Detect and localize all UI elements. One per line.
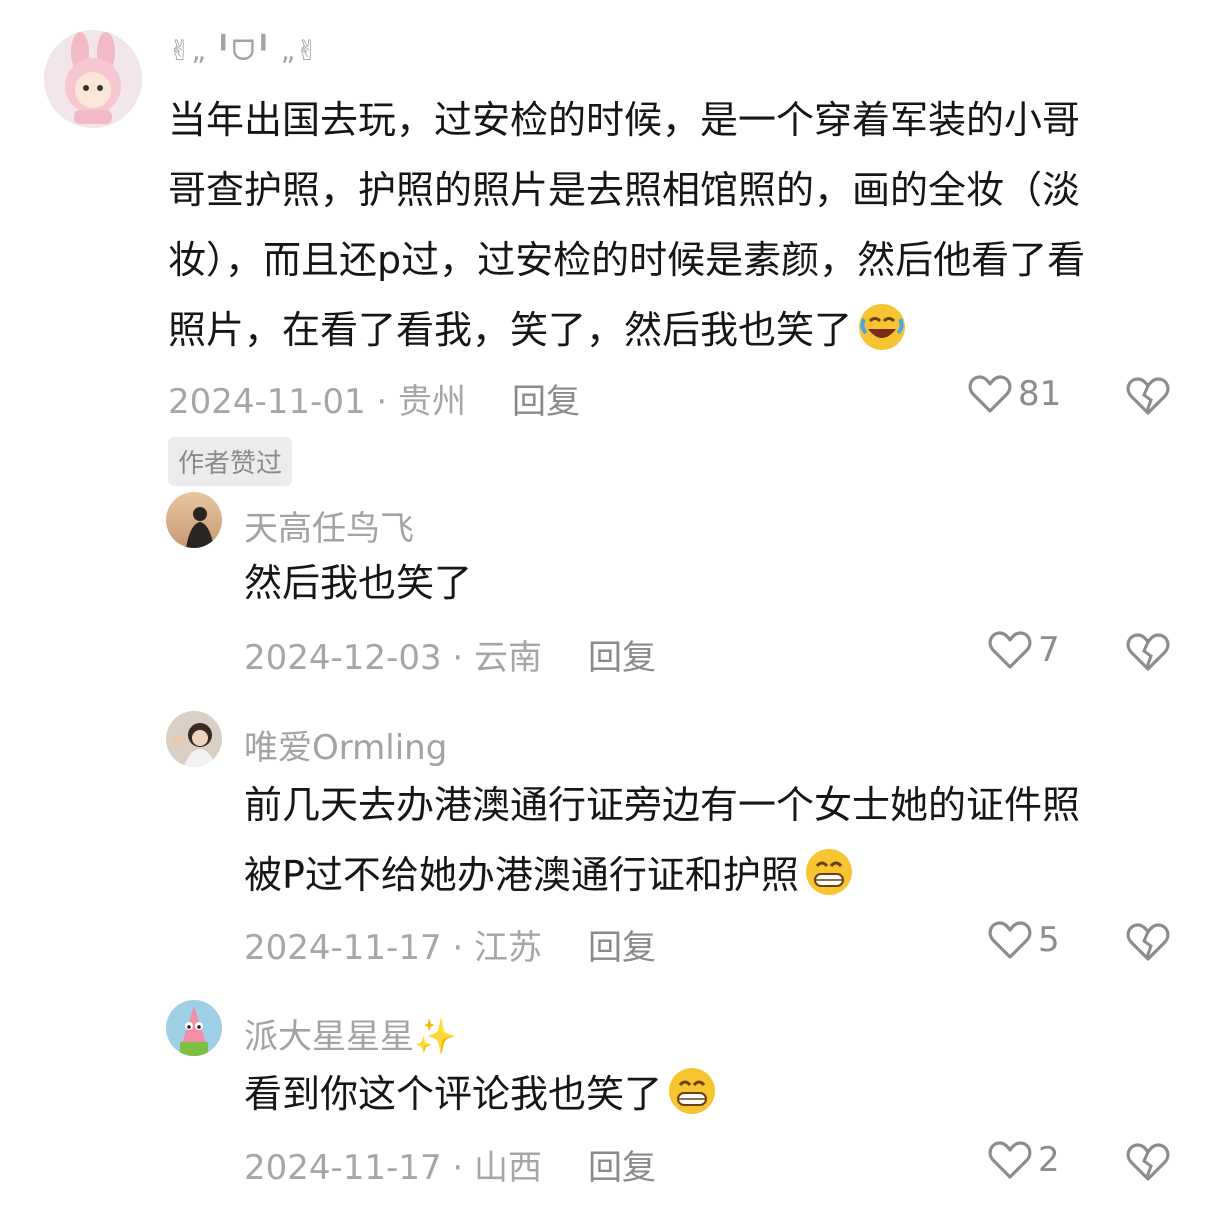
avatar[interactable]	[44, 30, 142, 128]
comment-text: 前几天去办港澳通行证旁边有一个女士她的证件照 被P过不给她办港澳通行证和护照	[244, 770, 1204, 920]
like-button[interactable]: 5	[988, 919, 1060, 961]
comment-meta: 2024-11-17 · 山西	[244, 1140, 542, 1189]
like-button[interactable]: 2	[988, 1139, 1060, 1181]
comment-meta: 2024-12-03 · 云南	[244, 630, 542, 679]
comment-username[interactable]: 唯爱Ormling	[244, 720, 447, 769]
comment-meta: 2024-11-01 · 贵州	[168, 374, 466, 423]
heart-icon	[988, 919, 1032, 961]
reply-button[interactable]: 回复	[512, 374, 580, 423]
dislike-button[interactable]	[1126, 921, 1170, 963]
like-count: 5	[1038, 920, 1060, 960]
comment-line: 看到你这个评论我也笑了	[244, 1072, 663, 1116]
grin-emoji	[803, 846, 855, 920]
comment-text: 然后我也笑了	[244, 561, 473, 605]
like-count: 81	[1018, 374, 1062, 414]
dislike-button[interactable]	[1126, 1141, 1170, 1183]
like-count: 7	[1038, 630, 1060, 670]
heart-icon	[988, 629, 1032, 671]
like-button[interactable]: 81	[968, 373, 1061, 415]
avatar[interactable]	[166, 1000, 222, 1056]
comment-username[interactable]: 天高任鸟飞	[244, 501, 414, 550]
comment-line: 当年出国去玩，过安检的时候，是一个穿着军装的小哥	[168, 98, 1081, 142]
comment-line: 照片，在看了看我，笑了，然后我也笑了	[168, 295, 1198, 375]
comment-date: 2024-12-03	[244, 638, 442, 678]
comment-date: 2024-11-17	[244, 1148, 442, 1188]
comment-text: 当年出国去玩，过安检的时候，是一个穿着军装的小哥 哥查护照，护照的照片是去照相馆…	[168, 85, 1198, 375]
avatar[interactable]	[166, 492, 222, 548]
meta-separator: ·	[441, 1148, 475, 1188]
like-button[interactable]: 7	[988, 629, 1060, 671]
rofl-emoji	[856, 301, 908, 375]
broken-heart-icon	[1126, 631, 1170, 673]
comment-date: 2024-11-01	[168, 382, 366, 422]
comment-username[interactable]: 派大星星星✨	[244, 1009, 456, 1058]
comment-meta: 2024-11-17 · 江苏	[244, 920, 542, 969]
dislike-button[interactable]	[1126, 631, 1170, 673]
heart-icon	[988, 1139, 1032, 1181]
author-liked-badge: 作者赞过	[168, 437, 293, 486]
comment-line: 被P过不给她办港澳通行证和护照	[244, 840, 1204, 920]
comment-location: 贵州	[398, 382, 467, 422]
reply-button[interactable]: 回复	[588, 920, 656, 969]
comment-date: 2024-11-17	[244, 928, 442, 968]
broken-heart-icon	[1126, 375, 1170, 417]
comment-line: 妆），而且还p过，过安检的时候是素颜，然后他看了看	[168, 238, 1086, 282]
comment-location: 山西	[474, 1148, 543, 1188]
meta-separator: ·	[441, 638, 475, 678]
broken-heart-icon	[1126, 1141, 1170, 1183]
comment-line: 前几天去办港澳通行证旁边有一个女士她的证件照	[244, 783, 1081, 827]
grin-emoji	[666, 1065, 718, 1139]
heart-icon	[968, 373, 1012, 415]
avatar[interactable]	[166, 711, 222, 767]
dislike-button[interactable]	[1126, 375, 1170, 417]
reply-button[interactable]: 回复	[588, 630, 656, 679]
meta-separator: ·	[365, 382, 399, 422]
comment-username[interactable]: ✌︎„ ╹ᗜ╹ „✌︎	[168, 34, 319, 68]
comment-line: 哥查护照，护照的照片是去照相馆照的，画的全妆（淡	[168, 168, 1081, 212]
comment-location: 云南	[474, 638, 543, 678]
like-count: 2	[1038, 1140, 1060, 1180]
meta-separator: ·	[441, 928, 475, 968]
comment-text: 看到你这个评论我也笑了	[244, 1059, 718, 1139]
comment-location: 江苏	[474, 928, 543, 968]
reply-button[interactable]: 回复	[588, 1140, 656, 1189]
broken-heart-icon	[1126, 921, 1170, 963]
